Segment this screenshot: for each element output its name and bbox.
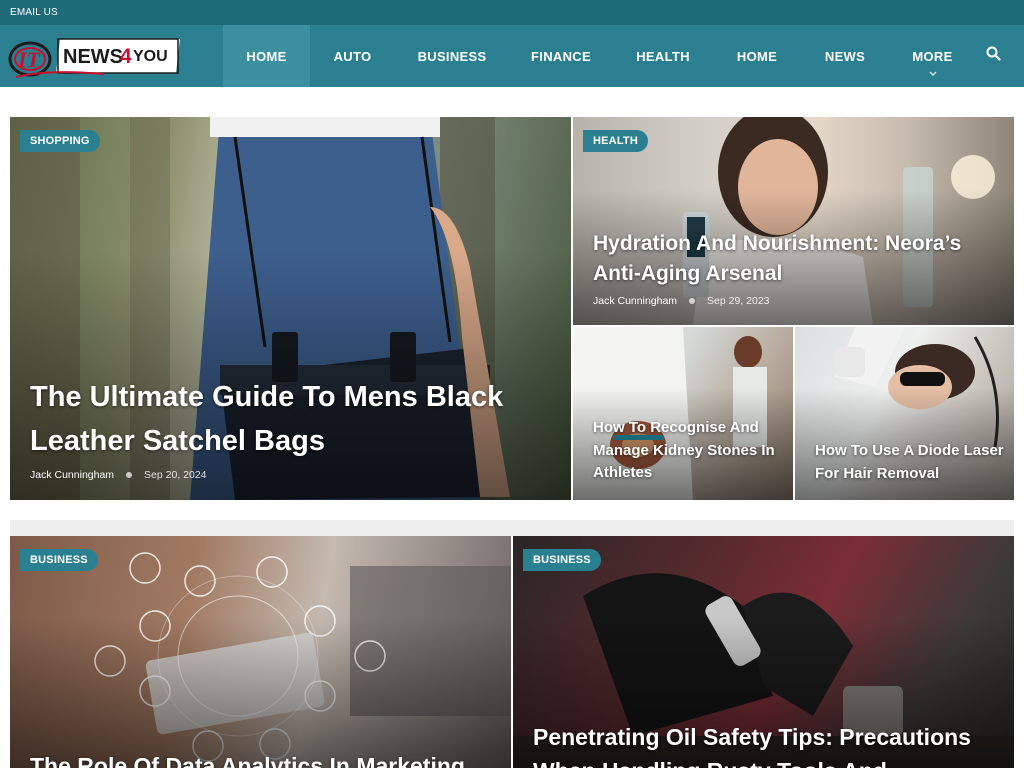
featured-main-meta: Jack Cunningham Sep 20, 2024 [30, 469, 207, 481]
nav-news[interactable]: NEWS [801, 25, 889, 87]
nav-news-label: NEWS [824, 48, 866, 64]
post-card-data-analytics[interactable]: BUSINESS The Role Of Data Analytics In M… [10, 536, 511, 768]
top-bar: EMAIL US [0, 0, 1024, 25]
featured-main-title[interactable]: The Ultimate Guide To Mens Black Leather… [30, 375, 550, 463]
category-badge[interactable]: SHOPPING [20, 130, 100, 152]
meta-separator [126, 472, 133, 478]
nav-auto[interactable]: AUTO [310, 25, 395, 87]
nav-business[interactable]: BUSINESS [395, 25, 509, 87]
featured-top-right-card[interactable]: HEALTH Hydration And Nourishment: Neora’… [573, 117, 1014, 325]
logo-you-text: YOU [133, 48, 168, 65]
email-us-link[interactable]: EMAIL US [10, 7, 58, 18]
nav-home-label: HOME [246, 48, 287, 64]
nav-home[interactable]: HOME [223, 25, 310, 87]
nav-home-2-label: HOME [736, 48, 778, 64]
chevron-down-icon [929, 70, 937, 78]
featured-main-card[interactable]: SHOPPING The Ultimate Guide To Mens Blac… [10, 117, 571, 500]
author-name[interactable]: Jack Cunningham [30, 469, 114, 481]
nav-health[interactable]: HEALTH [613, 25, 713, 87]
nav-business-label: BUSINESS [417, 48, 487, 64]
nav-auto-label: AUTO [333, 48, 372, 64]
meta-separator [689, 298, 696, 304]
post-date: Sep 29, 2023 [707, 295, 770, 307]
section-divider [10, 520, 1014, 536]
nav-home-2[interactable]: HOME [713, 25, 801, 87]
logo-four-text: 4 [120, 45, 132, 68]
nav-more-label: MORE [912, 48, 953, 64]
search-button[interactable] [978, 41, 1008, 71]
nav-finance-label: FINANCE [531, 48, 591, 64]
category-badge[interactable]: HEALTH [583, 130, 648, 152]
category-badge[interactable]: BUSINESS [523, 549, 601, 571]
logo-graphic: IT NEWS 4 YOU [8, 38, 180, 78]
post-card-penetrating-oil[interactable]: BUSINESS Penetrating Oil Safety Tips: Pr… [513, 536, 1014, 768]
search-icon [986, 46, 1001, 66]
featured-top-right-meta: Jack Cunningham Sep 29, 2023 [593, 295, 770, 307]
featured-bottom-right-card[interactable]: How To Use A Diode Laser For Hair Remova… [795, 327, 1014, 500]
featured-bottom-right-title[interactable]: How To Use A Diode Laser For Hair Remova… [815, 440, 1005, 485]
nav-more[interactable]: MORE [889, 25, 976, 87]
logo-it-text: IT [17, 47, 42, 72]
nav-finance[interactable]: FINANCE [509, 25, 613, 87]
author-name[interactable]: Jack Cunningham [593, 295, 677, 307]
site-logo[interactable]: IT NEWS 4 YOU [8, 33, 183, 79]
category-badge[interactable]: BUSINESS [20, 549, 98, 571]
post-date: Sep 20, 2024 [144, 469, 207, 481]
main-header: IT NEWS 4 YOU HOME AUTO BUSINESS FINANCE… [0, 25, 1024, 87]
featured-bottom-left-card[interactable]: How To Recognise And Manage Kidney Stone… [573, 327, 793, 500]
logo-news-text: NEWS [63, 46, 123, 68]
main-nav: HOME AUTO BUSINESS FINANCE HEALTH HOME N… [223, 25, 976, 87]
nav-health-label: HEALTH [636, 48, 690, 64]
post-card-title[interactable]: Penetrating Oil Safety Tips: Precautions… [533, 720, 1003, 768]
featured-bottom-left-title[interactable]: How To Recognise And Manage Kidney Stone… [593, 417, 783, 485]
post-card-title[interactable]: The Role Of Data Analytics In Marketing [30, 749, 500, 768]
featured-top-right-title[interactable]: Hydration And Nourishment: Neora’s Anti-… [593, 229, 973, 289]
